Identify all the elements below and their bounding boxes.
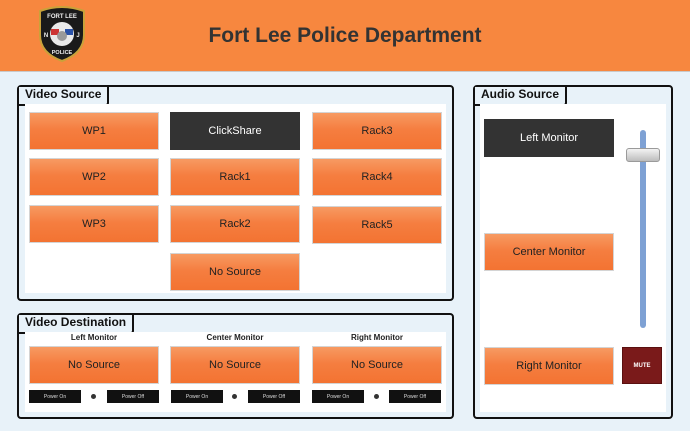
- center-monitor-title: Center Monitor: [206, 333, 264, 342]
- left-monitor-power-off-button[interactable]: Power Off: [107, 390, 159, 403]
- left-monitor-source-button[interactable]: No Source: [29, 346, 159, 384]
- video-source-button-rack5[interactable]: Rack5: [312, 206, 442, 244]
- right-monitor-title: Right Monitor: [351, 333, 403, 342]
- mute-button[interactable]: MUTE: [622, 347, 662, 384]
- center-monitor-source-button[interactable]: No Source: [170, 346, 300, 384]
- video-source-button-no-source[interactable]: No Source: [170, 253, 300, 291]
- audio-source-button-left-monitor[interactable]: Left Monitor: [484, 119, 614, 157]
- volume-slider-thumb[interactable]: [626, 147, 660, 162]
- video-source-button-clickshare[interactable]: ClickShare: [170, 112, 300, 150]
- audio-source-button-center-monitor[interactable]: Center Monitor: [484, 233, 614, 271]
- left-monitor-power-indicator: [91, 394, 96, 399]
- center-monitor-power-on-button[interactable]: Power On: [171, 390, 223, 403]
- svg-text:POLICE: POLICE: [52, 50, 73, 56]
- right-monitor-power-indicator: [374, 394, 379, 399]
- left-monitor-title: Left Monitor: [70, 333, 118, 342]
- video-source-button-rack2[interactable]: Rack2: [170, 205, 300, 243]
- video-source-button-rack3[interactable]: Rack3: [312, 112, 442, 150]
- center-monitor-power-indicator: [232, 394, 237, 399]
- audio-source-button-right-monitor[interactable]: Right Monitor: [484, 347, 614, 385]
- video-source-button-wp1[interactable]: WP1: [29, 112, 159, 150]
- video-source-button-rack1[interactable]: Rack1: [170, 158, 300, 196]
- page-title: Fort Lee Police Department: [208, 24, 482, 47]
- left-monitor-power-on-button[interactable]: Power On: [29, 390, 81, 403]
- right-monitor-power-on-button[interactable]: Power On: [312, 390, 364, 403]
- right-monitor-source-button[interactable]: No Source: [312, 346, 442, 384]
- right-monitor-power-off-button[interactable]: Power Off: [389, 390, 441, 403]
- center-monitor-power-off-button[interactable]: Power Off: [248, 390, 300, 403]
- svg-text:FORT LEE: FORT LEE: [47, 14, 77, 20]
- video-source-button-wp3[interactable]: WP3: [29, 205, 159, 243]
- video-source-button-rack4[interactable]: Rack4: [312, 158, 442, 196]
- video-source-button-wp2[interactable]: WP2: [29, 158, 159, 196]
- header-bar: FORT LEE N J POLICE Fort Lee Police Depa…: [0, 0, 690, 72]
